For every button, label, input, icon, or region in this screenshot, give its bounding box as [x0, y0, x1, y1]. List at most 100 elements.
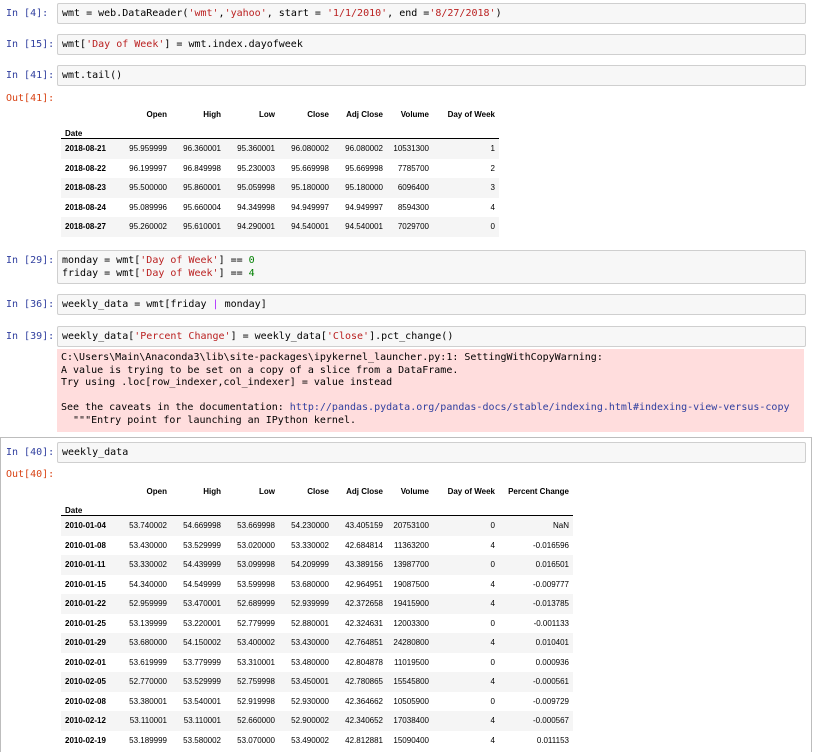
code-token: weekly_data[: [62, 331, 135, 342]
docs-link[interactable]: http://pandas.pydata.org/pandas-docs/sta…: [290, 402, 790, 413]
table-cell: 53.580002: [183, 735, 221, 745]
row-index: 2018-08-21: [65, 144, 106, 154]
table-cell: 95.059998: [237, 183, 275, 193]
table-cell: 95.860001: [183, 183, 221, 193]
code-token: 'wmt': [188, 8, 219, 19]
row-index: 2018-08-23: [65, 183, 106, 193]
cell-prompt-in29: In [29]:: [6, 255, 55, 266]
table-cell: 95.180000: [345, 183, 383, 193]
table-cell: 7029700: [397, 222, 429, 232]
index-blank: [433, 496, 499, 516]
table-row: 2010-01-25 53.139999 53.220001 52.779999 52.…: [61, 613, 573, 633]
table-row: 2018-08-24 95.089996 95.660004 94.349998 94.…: [61, 197, 499, 217]
table-cell: 8594300: [397, 202, 429, 212]
table-row: 2010-01-11 53.330002 54.439999 53.099998 54.…: [61, 555, 573, 575]
code-token: , end =: [387, 8, 430, 19]
row-index: 2018-08-27: [65, 222, 106, 232]
table-cell: 42.364662: [345, 696, 383, 706]
table-cell: -0.000567: [532, 716, 569, 726]
table-cell: 53.529999: [183, 677, 221, 687]
table-cell: 95.360001: [237, 144, 275, 154]
table-cell: 53.529999: [183, 540, 221, 550]
table-cell: 11019500: [394, 657, 429, 667]
table-row: 2018-08-21 95.959999 96.360001 95.360001 96.…: [61, 138, 499, 159]
table-cell: 0: [490, 657, 495, 667]
table-cell: 42.324631: [345, 618, 383, 628]
table-cell: 94.949997: [345, 202, 383, 212]
table-cell: 52.779999: [237, 618, 275, 628]
row-index: 2010-01-22: [65, 599, 106, 609]
index-blank: [171, 496, 225, 516]
table-cell: 53.330002: [291, 540, 329, 550]
table-cell: 6096400: [397, 183, 429, 193]
column-header: Percent Change: [508, 486, 569, 496]
code-cell-in29[interactable]: monday = wmt['Day of Week'] == 0 friday …: [57, 250, 806, 284]
table-cell: 4: [490, 202, 495, 212]
table-cell: 53.220001: [183, 618, 221, 628]
index-blank: [225, 119, 279, 139]
code-cell-in15[interactable]: wmt['Day of Week'] = wmt.index.dayofweek: [57, 34, 806, 55]
code-token: ): [495, 8, 502, 19]
table-cell: 4: [490, 579, 495, 589]
row-index: 2010-02-08: [65, 696, 106, 706]
index-blank: [387, 496, 433, 516]
table-cell: 96.080002: [291, 144, 329, 154]
code-cell-in4[interactable]: wmt = web.DataReader('wmt','yahoo', star…: [57, 3, 806, 24]
table-cell: 52.939999: [291, 599, 329, 609]
code-cell-in39[interactable]: weekly_data['Percent Change'] = weekly_d…: [57, 326, 806, 347]
column-header: Low: [259, 109, 275, 119]
table-cell: 52.959999: [129, 599, 167, 609]
table-cell: 43.389156: [345, 560, 383, 570]
column-header: High: [203, 486, 221, 496]
cell-prompt-in36: In [36]:: [6, 299, 55, 310]
index-name: Date: [65, 506, 83, 515]
code-token: wmt = web.DataReader(: [62, 8, 189, 19]
table-cell: 53.139999: [129, 618, 167, 628]
code-token: 4: [248, 268, 255, 279]
table-cell: 53.070000: [237, 735, 275, 745]
table-cell: 24280800: [393, 638, 429, 648]
table-cell: 19415900: [393, 599, 429, 609]
table-cell: 42.684814: [345, 540, 383, 550]
table-cell: 52.689999: [237, 599, 275, 609]
column-header: Close: [307, 109, 329, 119]
table-cell: 54.669998: [183, 521, 221, 531]
table-cell: -0.001133: [533, 618, 569, 628]
dataframe-weekly-data: Open High Low Close Adj Close Volume Day of We…: [61, 476, 573, 750]
cell-prompt-out41: Out[41]:: [6, 93, 55, 104]
cell-prompt-in15: In [15]:: [6, 39, 55, 50]
table-cell: 0: [490, 521, 495, 531]
table-cell: -0.009729: [532, 696, 569, 706]
table-cell: 96.360001: [183, 144, 221, 154]
code-cell-in40[interactable]: weekly_data: [57, 442, 806, 463]
header-blank: [61, 99, 117, 119]
code-token: '1/1/2010': [326, 8, 388, 19]
table-cell: 53.470001: [183, 599, 221, 609]
code-cell-in41[interactable]: wmt.tail(): [57, 65, 806, 86]
index-blank: [279, 496, 333, 516]
table-cell: 42.372658: [345, 599, 383, 609]
table-cell: 95.610001: [183, 222, 221, 232]
table-row: 2010-02-12 53.110001 53.110001 52.660000 52.…: [61, 711, 573, 731]
table-cell: 54.439999: [183, 560, 221, 570]
code-token: 'Day of Week': [86, 39, 165, 50]
table-cell: 95.180000: [291, 183, 329, 193]
table-cell: 54.150002: [183, 638, 221, 648]
table-cell: 42.780865: [345, 677, 383, 687]
table-cell: 53.669998: [237, 521, 275, 531]
column-header: Day of Week: [447, 109, 495, 119]
table-cell: 53.540001: [183, 696, 221, 706]
table-cell: 53.619999: [129, 657, 167, 667]
table-cell: 4: [490, 638, 495, 648]
table-cell: 3: [490, 183, 495, 193]
index-blank: [225, 496, 279, 516]
row-index: 2010-02-12: [65, 716, 106, 726]
code-token: friday = wmt[: [62, 268, 141, 279]
table-cell: 53.380001: [129, 696, 167, 706]
table-cell: 95.500000: [129, 183, 167, 193]
row-index: 2010-01-11: [65, 560, 106, 570]
code-token: wmt[: [62, 39, 87, 50]
column-header: Open: [146, 109, 167, 119]
code-cell-in36[interactable]: weekly_data = wmt[friday | monday]: [57, 294, 806, 315]
table-cell: 42.764851: [345, 638, 383, 648]
